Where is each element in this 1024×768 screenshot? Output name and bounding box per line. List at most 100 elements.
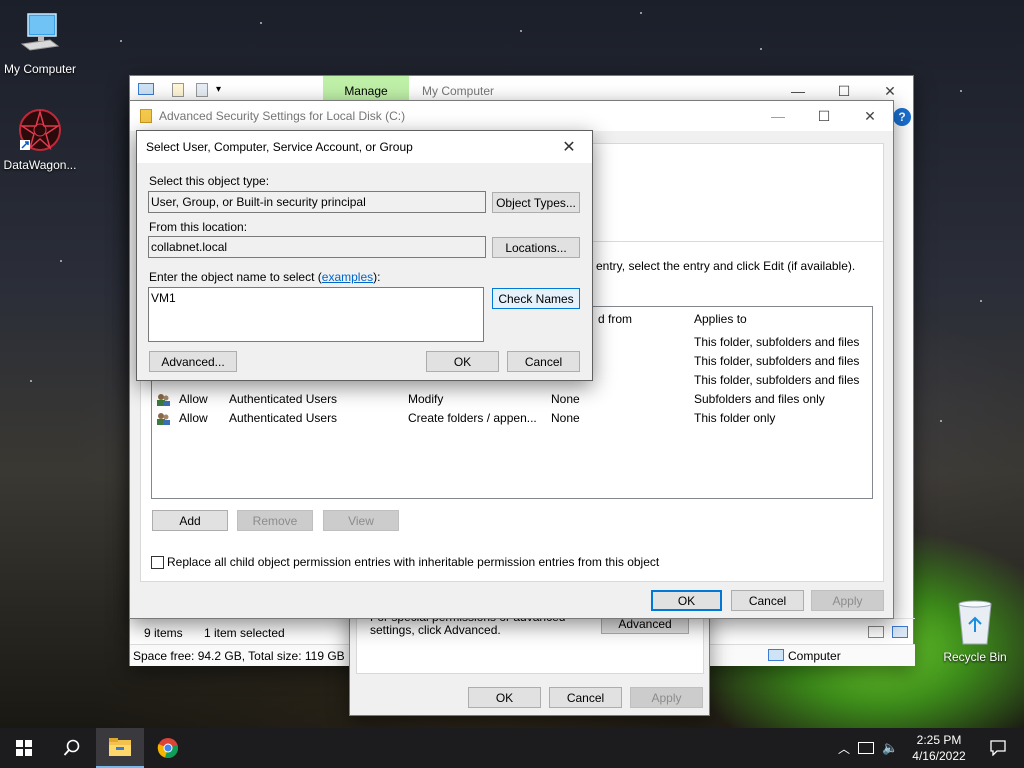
close-icon[interactable]: ✕ xyxy=(847,101,893,131)
desktop-icon-label: DataWagon... xyxy=(3,158,77,172)
taskbar-file-explorer[interactable] xyxy=(96,728,144,768)
row-applies-to: This folder, subfolders and files xyxy=(694,373,860,387)
star xyxy=(940,420,942,422)
object-type-field: User, Group, or Built-in security princi… xyxy=(148,191,486,213)
computer-location-label: Computer xyxy=(788,649,841,663)
apply-button[interactable]: Apply xyxy=(811,590,884,611)
desktop-icon-my-computer[interactable]: My Computer xyxy=(0,10,80,76)
select-user-dialog: Select User, Computer, Service Account, … xyxy=(136,130,593,381)
users-icon xyxy=(156,412,170,425)
column-header-applies-to[interactable]: Applies to xyxy=(694,312,747,326)
enter-name-label: Enter the object name to select (example… xyxy=(149,270,380,284)
users-icon xyxy=(156,393,170,406)
view-button-label: View xyxy=(348,513,374,528)
cancel-button[interactable]: Cancel xyxy=(731,590,804,611)
add-button[interactable]: Add xyxy=(152,510,228,531)
ok-button-label: OK xyxy=(495,690,514,705)
advanced-button[interactable]: Advanced... xyxy=(149,351,237,372)
select-user-titlebar: Select User, Computer, Service Account, … xyxy=(137,131,592,163)
folder-lock-icon xyxy=(140,109,152,123)
desktop-icon-label: Recycle Bin xyxy=(943,650,1007,664)
details-view-icon[interactable] xyxy=(868,626,884,638)
star xyxy=(30,380,32,382)
volume-icon[interactable]: 🔈 xyxy=(882,740,898,756)
network-icon[interactable] xyxy=(858,742,875,754)
desktop-icon-datawagon[interactable]: DataWagon... xyxy=(0,106,80,172)
help-icon[interactable]: ? xyxy=(893,108,911,126)
minimize-icon[interactable]: — xyxy=(755,101,801,131)
advanced-security-titlebar: Advanced Security Settings for Local Dis… xyxy=(130,101,893,131)
ok-button[interactable]: OK xyxy=(468,687,541,708)
space-free-text: Space free: 94.2 GB, Total size: 119 GB xyxy=(133,649,345,663)
remove-button[interactable]: Remove xyxy=(237,510,313,531)
row-principal: Authenticated Users xyxy=(229,411,338,425)
examples-link[interactable]: examples xyxy=(322,270,373,284)
apply-button-label: Apply xyxy=(651,690,682,705)
large-icons-view-icon[interactable] xyxy=(892,626,908,638)
object-types-button[interactable]: Object Types... xyxy=(492,192,580,213)
advanced-security-title: Advanced Security Settings for Local Dis… xyxy=(159,109,406,123)
enter-name-label-end: ): xyxy=(373,270,381,284)
cancel-button-label: Cancel xyxy=(566,690,605,705)
star xyxy=(980,300,982,302)
close-icon[interactable]: ✕ xyxy=(546,131,592,163)
column-header-inherited-from[interactable]: d from xyxy=(598,312,632,326)
explorer-title: My Computer xyxy=(422,84,495,98)
locations-button[interactable]: Locations... xyxy=(492,237,580,258)
enter-name-label-text: Enter the object name to select ( xyxy=(149,270,322,284)
notification-button[interactable] xyxy=(978,728,1018,768)
check-names-button[interactable]: Check Names xyxy=(492,288,580,309)
notification-icon xyxy=(990,740,1006,756)
desktop-icon-recycle-bin[interactable]: Recycle Bin xyxy=(935,600,1015,664)
file-explorer-icon xyxy=(109,738,131,756)
check-names-button-label: Check Names xyxy=(498,291,574,306)
chevron-up-icon[interactable]: ︿ xyxy=(838,740,850,757)
windows-logo-icon xyxy=(16,740,32,756)
advanced-security-window-controls: — ☐ ✕ xyxy=(755,101,893,131)
replace-permissions-checkbox[interactable] xyxy=(151,556,164,569)
row-access: Create folders / appen... xyxy=(408,411,537,425)
star xyxy=(960,90,962,92)
row-inherited-from: None xyxy=(551,411,580,425)
chrome-icon xyxy=(157,738,178,758)
recycle-bin-icon xyxy=(955,600,995,646)
ok-button[interactable]: OK xyxy=(426,351,499,372)
clock-time: 2:25 PM xyxy=(916,733,962,747)
row-access: Modify xyxy=(408,392,444,406)
new-folder-qat-icon[interactable] xyxy=(196,83,208,97)
advanced-button-label: Advanced... xyxy=(161,354,225,369)
object-type-label: Select this object type: xyxy=(149,174,270,188)
computer-small-icon xyxy=(768,649,784,661)
row-applies-to: This folder, subfolders and files xyxy=(694,335,860,349)
object-name-input[interactable]: VM1 xyxy=(148,287,484,342)
star xyxy=(760,48,762,50)
ok-button-label: OK xyxy=(453,354,472,369)
qat-dropdown-icon[interactable]: ▾ xyxy=(216,84,221,95)
view-button[interactable]: View xyxy=(323,510,399,531)
row-type: Allow xyxy=(179,392,208,406)
apply-button-label: Apply xyxy=(832,593,863,608)
replace-permissions-label: Replace all child object permission entr… xyxy=(167,555,660,569)
maximize-icon[interactable]: ☐ xyxy=(801,101,847,131)
cancel-button[interactable]: Cancel xyxy=(507,351,580,372)
cancel-button[interactable]: Cancel xyxy=(549,687,622,708)
ok-button[interactable]: OK xyxy=(651,590,722,611)
star xyxy=(60,260,62,262)
cancel-button-label: Cancel xyxy=(524,354,563,369)
table-row[interactable]: Allow Authenticated Users Create folders… xyxy=(152,409,872,428)
taskbar-chrome[interactable] xyxy=(144,728,192,768)
clock[interactable]: 2:25 PM 4/16/2022 xyxy=(906,732,972,764)
search-button[interactable] xyxy=(48,728,96,768)
start-button[interactable] xyxy=(0,728,48,768)
table-row[interactable]: Allow Authenticated Users Modify None Su… xyxy=(152,390,872,409)
row-applies-to: This folder, subfolders and files xyxy=(694,354,860,368)
add-button-label: Add xyxy=(179,513,201,528)
row-type: Allow xyxy=(179,411,208,425)
cancel-button-label: Cancel xyxy=(748,593,787,608)
apply-button[interactable]: Apply xyxy=(630,687,703,708)
system-tray: ︿ 🔈 xyxy=(838,728,898,768)
properties-qat-icon[interactable] xyxy=(172,83,184,97)
location-label: From this location: xyxy=(149,220,248,234)
star xyxy=(520,30,522,32)
row-applies-to: This folder only xyxy=(694,411,776,425)
